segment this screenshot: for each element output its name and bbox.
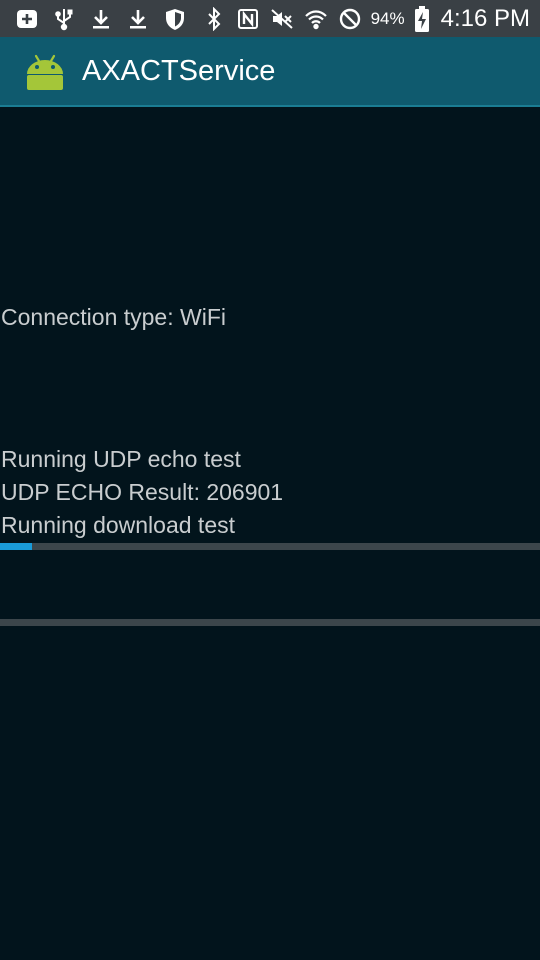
shield-icon <box>162 6 188 32</box>
action-bar: AXACTService <box>0 37 540 107</box>
bluetooth-icon <box>201 6 227 32</box>
nfc-icon <box>235 6 261 32</box>
add-box-icon <box>14 6 40 32</box>
wifi-icon <box>303 6 329 32</box>
connection-type-text: Connection type: WiFi <box>1 304 226 330</box>
usb-icon <box>51 6 77 32</box>
notification-icons <box>14 6 188 32</box>
log-line: Running download test <box>1 512 235 538</box>
clock: 4:16 PM <box>440 4 530 32</box>
secondary-progress-bar <box>0 619 540 626</box>
download-progress-fill <box>0 543 33 550</box>
download-icon <box>125 6 151 32</box>
main-content: Connection type: WiFi Running UDP echo t… <box>0 108 540 960</box>
block-icon <box>337 6 363 32</box>
download-icon <box>88 6 114 32</box>
mute-icon <box>269 6 295 32</box>
app-title: AXACTService <box>82 54 276 87</box>
download-progress-bar <box>0 543 540 550</box>
android-app-icon <box>24 50 66 92</box>
battery-charging-icon <box>413 5 431 32</box>
battery-percent: 94% <box>370 8 405 28</box>
log-line: UDP ECHO Result: 206901 <box>1 479 284 505</box>
system-icons: 94% 4:16 PM <box>201 5 530 33</box>
status-bar: 94% 4:16 PM <box>0 0 540 37</box>
log-line: Running UDP echo test <box>1 446 241 472</box>
